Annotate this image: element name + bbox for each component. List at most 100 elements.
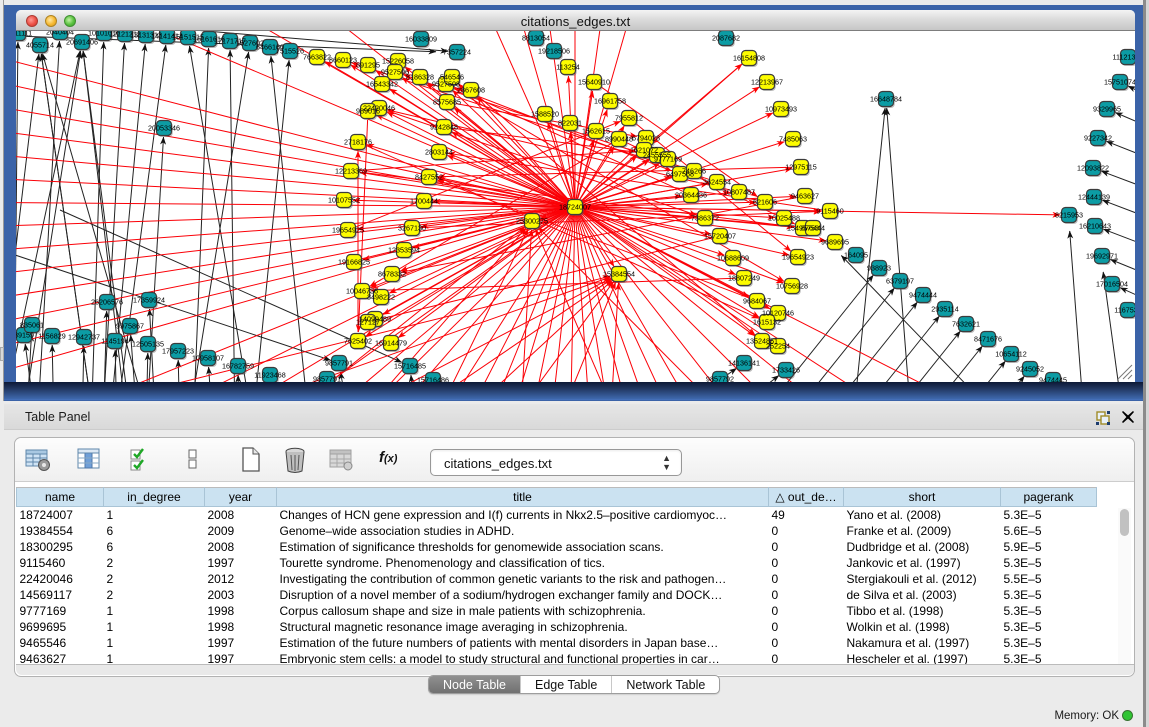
svg-text:20053346: 20053346 xyxy=(148,124,180,133)
svg-text:2803144: 2803144 xyxy=(425,148,453,157)
svg-text:8575685: 8575685 xyxy=(433,98,461,107)
svg-text:252254: 252254 xyxy=(766,342,790,351)
svg-text:835061: 835061 xyxy=(20,321,44,330)
svg-text:10688609: 10688609 xyxy=(717,254,749,263)
svg-text:746266: 746266 xyxy=(682,167,706,176)
svg-text:15716486: 15716486 xyxy=(417,376,449,382)
svg-text:25300275: 25300275 xyxy=(516,217,548,226)
svg-text:3624554: 3624554 xyxy=(703,178,731,187)
svg-text:9857792: 9857792 xyxy=(706,375,734,382)
svg-text:7386372: 7386372 xyxy=(691,214,719,223)
svg-text:16961758: 16961758 xyxy=(594,97,626,106)
svg-text:12353594: 12353594 xyxy=(388,246,420,255)
svg-text:989016: 989016 xyxy=(356,107,380,116)
svg-text:8813054: 8813054 xyxy=(522,34,550,43)
svg-text:2718176: 2718176 xyxy=(344,138,372,147)
svg-text:17016504: 17016504 xyxy=(1096,280,1128,289)
svg-text:39159: 39159 xyxy=(16,331,34,340)
svg-text:2867608: 2867608 xyxy=(457,86,485,95)
svg-text:9975867: 9975867 xyxy=(116,322,144,331)
svg-text:15226058: 15226058 xyxy=(382,57,414,66)
svg-text:938923: 938923 xyxy=(867,264,891,273)
svg-text:113254: 113254 xyxy=(556,63,579,72)
svg-text:9329965: 9329965 xyxy=(1093,105,1121,114)
svg-text:12444139: 12444139 xyxy=(1078,193,1110,202)
svg-text:12093822: 12093822 xyxy=(1077,164,1109,173)
svg-text:8678332: 8678332 xyxy=(378,270,406,279)
svg-text:10120746: 10120746 xyxy=(762,309,794,318)
svg-text:7515526: 7515526 xyxy=(276,47,304,56)
svg-text:12213369: 12213369 xyxy=(335,167,367,176)
svg-text:11111111: 11111111 xyxy=(16,31,32,38)
svg-text:3267130: 3267130 xyxy=(398,224,426,233)
svg-text:11923468: 11923468 xyxy=(254,371,285,380)
svg-text:2087682: 2087682 xyxy=(712,34,740,43)
svg-text:7625402: 7625402 xyxy=(344,337,372,346)
svg-text:1588520: 1588520 xyxy=(531,110,559,119)
svg-text:10807487: 10807487 xyxy=(723,188,755,197)
svg-text:9474444: 9474444 xyxy=(909,291,937,300)
svg-text:8215953: 8215953 xyxy=(1055,211,1083,220)
svg-text:4055714: 4055714 xyxy=(26,41,54,50)
svg-text:1733426: 1733426 xyxy=(772,366,800,375)
svg-text:9474445: 9474445 xyxy=(1039,376,1067,382)
svg-text:9527506: 9527506 xyxy=(381,68,409,77)
svg-text:9242848: 9242848 xyxy=(430,123,458,132)
svg-text:19654923: 19654923 xyxy=(782,253,814,262)
svg-text:10025488: 10025488 xyxy=(768,214,800,223)
svg-text:15640910: 15640910 xyxy=(578,78,610,87)
svg-text:2935114: 2935114 xyxy=(931,305,958,314)
svg-text:15384554: 15384554 xyxy=(603,270,635,279)
svg-text:127127: 127127 xyxy=(356,318,380,327)
svg-text:2040404: 2040404 xyxy=(46,31,74,37)
svg-text:20364436: 20364436 xyxy=(675,191,707,200)
svg-text:6379197: 6379197 xyxy=(886,277,914,286)
svg-text:10958107: 10958107 xyxy=(192,354,224,363)
svg-text:19654925: 19654925 xyxy=(332,226,364,235)
svg-text:7663822: 7663822 xyxy=(303,53,331,62)
svg-text:20691406: 20691406 xyxy=(66,38,98,47)
svg-text:7357224: 7357224 xyxy=(443,48,471,57)
svg-text:18724007: 18724007 xyxy=(559,203,591,212)
svg-text:16210643: 16210643 xyxy=(1079,222,1111,231)
svg-text:9857791: 9857791 xyxy=(325,359,353,368)
svg-text:8990448: 8990448 xyxy=(605,135,633,144)
svg-text:16154808: 16154808 xyxy=(733,54,765,63)
svg-text:3498222: 3498222 xyxy=(367,293,395,302)
svg-text:1145194: 1145194 xyxy=(101,337,128,346)
svg-text:8471676: 8471676 xyxy=(974,335,1002,344)
svg-text:1700444: 1700444 xyxy=(410,197,438,206)
svg-text:546546: 546546 xyxy=(440,73,464,82)
svg-text:16782759: 16782759 xyxy=(222,362,254,371)
svg-text:9857791: 9857791 xyxy=(313,375,341,382)
svg-text:18807249: 18807249 xyxy=(728,274,760,283)
svg-text:822031: 822031 xyxy=(558,119,582,128)
svg-text:6794028: 6794028 xyxy=(632,134,660,143)
svg-text:8427552: 8427552 xyxy=(415,173,443,182)
svg-text:16914479: 16914479 xyxy=(375,339,407,348)
svg-text:12505135: 12505135 xyxy=(132,340,164,349)
svg-text:10107552: 10107552 xyxy=(328,196,360,205)
svg-text:15751074: 15751074 xyxy=(1104,78,1135,87)
svg-text:12975115: 12975115 xyxy=(785,163,816,172)
svg-text:10654112: 10654112 xyxy=(995,350,1026,359)
svg-text:16543342: 16543342 xyxy=(366,80,398,89)
svg-text:621606: 621606 xyxy=(753,198,777,207)
svg-text:11121314: 11121314 xyxy=(1113,53,1135,62)
svg-text:8186328: 8186328 xyxy=(406,73,434,82)
svg-text:8660123: 8660123 xyxy=(329,56,357,65)
svg-text:15720407: 15720407 xyxy=(704,232,736,241)
svg-text:19218506: 19218506 xyxy=(538,47,570,56)
svg-text:9684067: 9684067 xyxy=(743,297,771,306)
svg-text:7955812: 7955812 xyxy=(615,114,643,123)
svg-text:17957223: 17957223 xyxy=(162,347,194,356)
svg-text:19166825: 19166825 xyxy=(338,258,370,267)
svg-text:26206576: 26206576 xyxy=(91,298,123,307)
svg-text:9245052: 9245052 xyxy=(1016,365,1044,374)
svg-text:9689695: 9689695 xyxy=(821,238,849,247)
svg-text:14136141: 14136141 xyxy=(728,359,760,368)
svg-text:12942737: 12942737 xyxy=(68,333,100,342)
svg-text:7485063: 7485063 xyxy=(779,135,807,144)
svg-text:9463627: 9463627 xyxy=(791,192,819,201)
svg-text:876444: 876444 xyxy=(801,224,825,233)
